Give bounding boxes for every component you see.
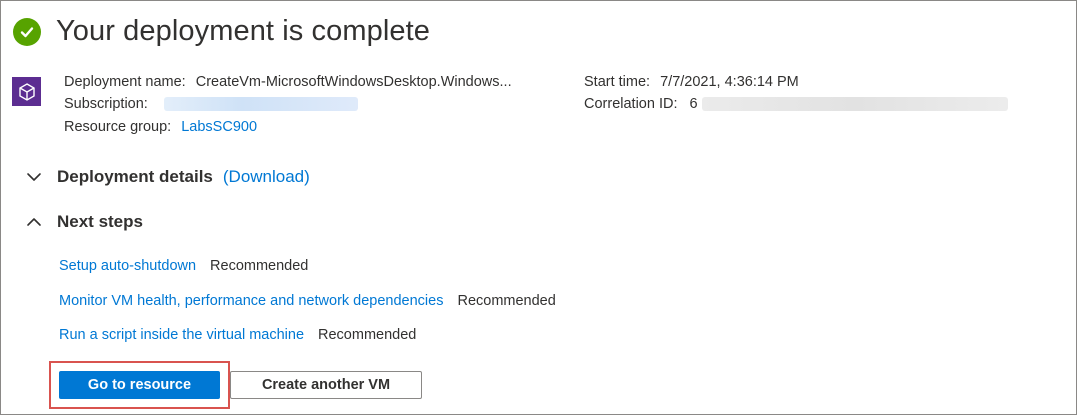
correlation-id-redacted-value <box>701 97 1008 112</box>
success-check-icon <box>13 17 41 46</box>
resource-group-label: Resource group: <box>64 119 172 135</box>
start-time-row: Start time: 7/7/2021, 4:36:14 PM <box>584 72 799 92</box>
next-steps-title[interactable]: Next steps <box>57 212 143 232</box>
deployment-details-section[interactable]: Deployment details (Download) <box>25 167 310 187</box>
subscription-row: Subscription: <box>64 94 358 114</box>
download-link[interactable]: (Download) <box>223 167 310 187</box>
deployment-overview-panel: Your deployment is complete Deployment n… <box>0 0 1077 415</box>
subscription-redacted-value[interactable] <box>163 97 358 112</box>
resource-group-link[interactable]: LabsSC900 <box>181 119 257 135</box>
next-step-item: Run a script inside the virtual machine R… <box>59 327 416 343</box>
subscription-label: Subscription: <box>64 96 148 112</box>
next-step-item: Monitor VM health, performance and netwo… <box>59 293 556 309</box>
page-title: Your deployment is complete <box>56 15 431 47</box>
recommended-label: Recommended <box>318 327 417 343</box>
deployment-name-value: CreateVm-MicrosoftWindowsDesktop.Windows… <box>195 74 512 90</box>
run-script-link[interactable]: Run a script inside the virtual machine <box>59 327 304 343</box>
next-steps-section[interactable]: Next steps <box>25 212 143 232</box>
setup-auto-shutdown-link[interactable]: Setup auto-shutdown <box>59 258 196 274</box>
create-another-vm-button[interactable]: Create another VM <box>230 371 422 399</box>
recommended-label: Recommended <box>457 293 556 309</box>
chevron-up-icon[interactable] <box>25 213 43 231</box>
vm-deployment-icon <box>12 77 41 106</box>
resource-group-row: Resource group: LabsSC900 <box>64 117 257 137</box>
start-time-value: 7/7/2021, 4:36:14 PM <box>660 74 799 90</box>
start-time-label: Start time: <box>584 74 651 90</box>
correlation-id-prefix: 6 <box>689 96 698 112</box>
monitor-vm-health-link[interactable]: Monitor VM health, performance and netwo… <box>59 293 443 309</box>
chevron-down-icon[interactable] <box>25 168 43 186</box>
next-step-item: Setup auto-shutdown Recommended <box>59 258 308 274</box>
correlation-id-row: Correlation ID: 6 <box>584 94 1008 114</box>
go-to-resource-button[interactable]: Go to resource <box>59 371 220 399</box>
deployment-name-row: Deployment name: CreateVm-MicrosoftWindo… <box>64 72 512 92</box>
correlation-id-label: Correlation ID: <box>584 96 678 112</box>
deployment-details-title[interactable]: Deployment details <box>57 167 213 187</box>
deployment-header: Your deployment is complete <box>13 15 430 48</box>
deployment-name-label: Deployment name: <box>64 74 186 90</box>
recommended-label: Recommended <box>210 258 309 274</box>
